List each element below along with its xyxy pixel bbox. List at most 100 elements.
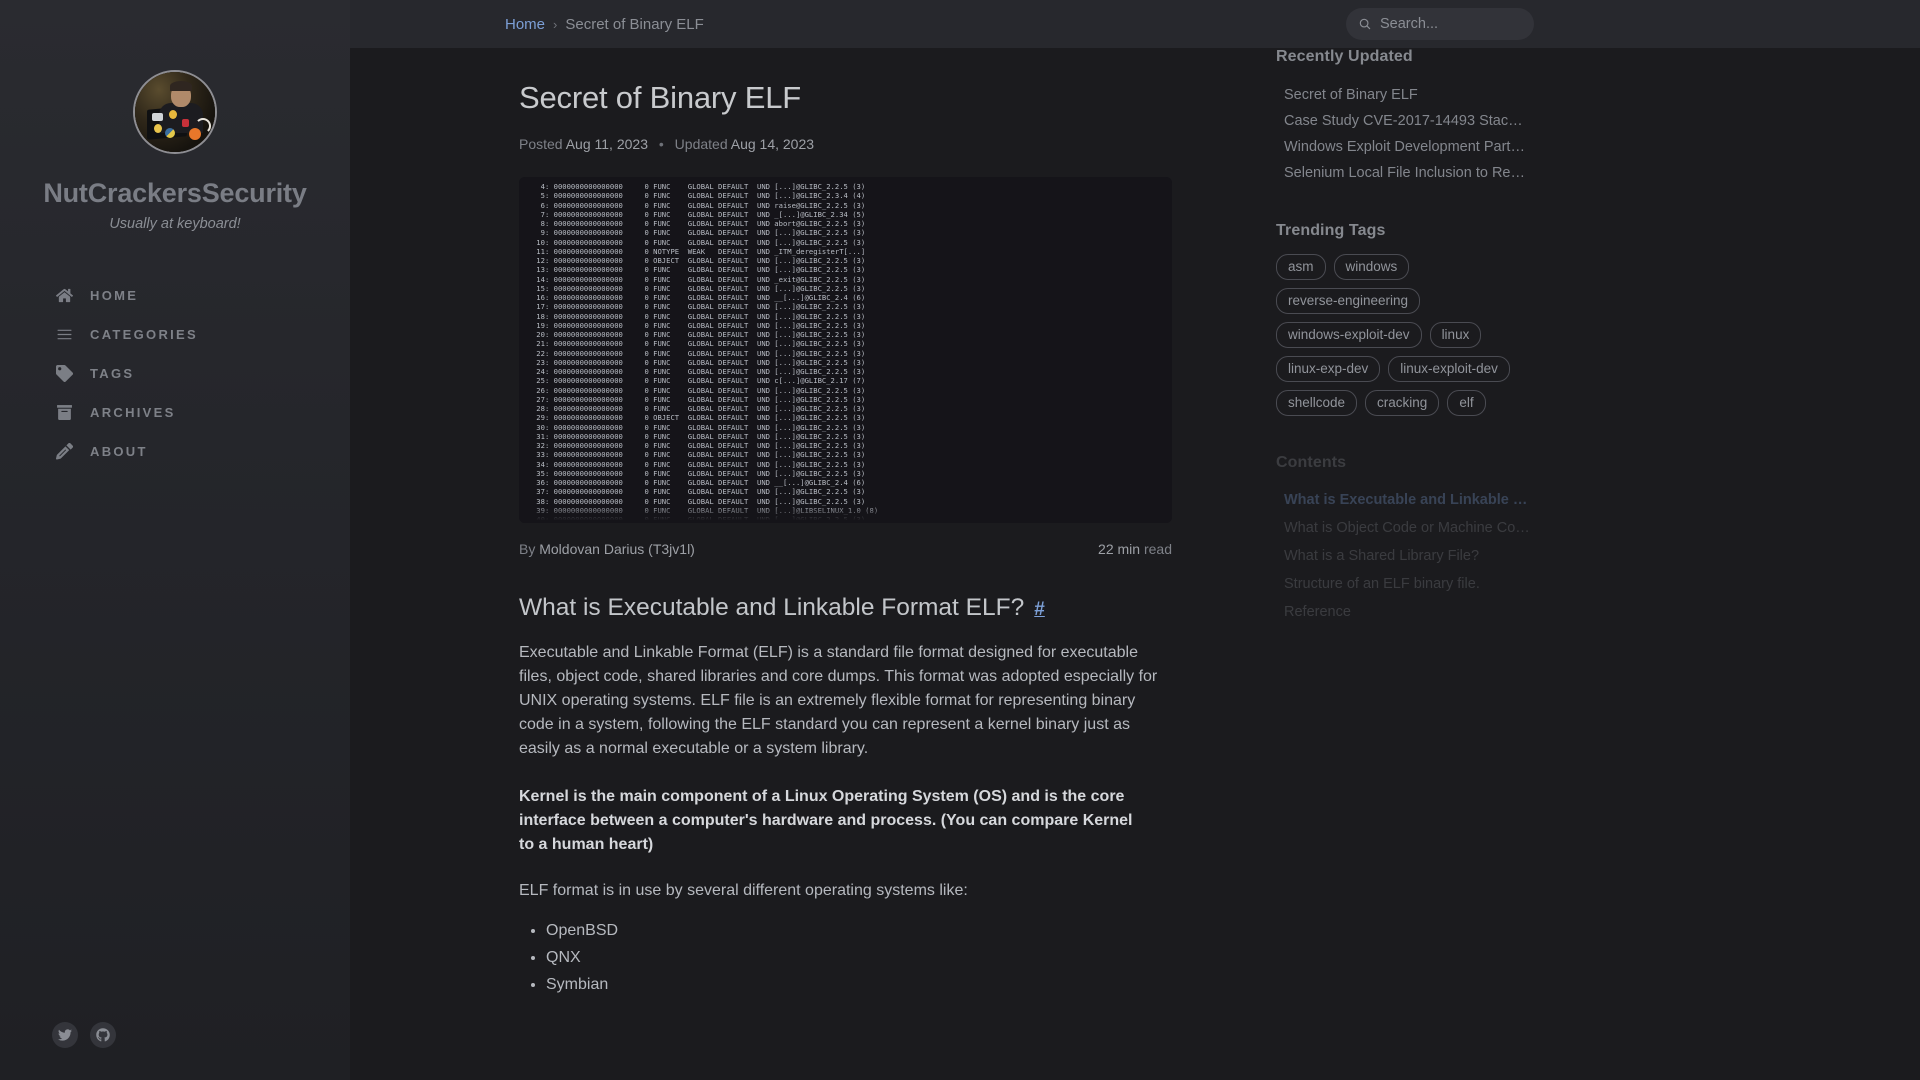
read-time-value: 22 min — [1098, 541, 1141, 557]
tag-pill[interactable]: linux-exploit-dev — [1388, 356, 1510, 382]
breadcrumb-home[interactable]: Home — [505, 16, 545, 33]
tag-pill[interactable]: linux-exp-dev — [1276, 356, 1381, 382]
breadcrumb-separator-icon: › — [553, 16, 558, 32]
read-time: 22 min read — [1098, 541, 1172, 557]
section-heading-row: What is Executable and Linkable Format E… — [519, 594, 1240, 622]
code-line: 24: 0000000000000000 0 FUNC GLOBAL DEFAU… — [519, 367, 866, 376]
recently-updated-item[interactable]: Selenium Local File Inclusion to Remote… — [1276, 160, 1526, 186]
contents-item[interactable]: What is Executable and Linkable Fo… — [1276, 486, 1531, 514]
contents-item[interactable]: Structure of an ELF binary file. — [1276, 570, 1531, 598]
sidebar-item-tags[interactable]: TAGS — [0, 354, 350, 393]
body-paragraph-2-bold: Kernel is the main component of a Linux … — [519, 788, 1133, 853]
left-sidebar: NutCrackersSecurity Usually at keyboard!… — [0, 0, 350, 1080]
code-line: 17: 0000000000000000 0 FUNC GLOBAL DEFAU… — [519, 302, 866, 312]
search-input[interactable] — [1380, 16, 1510, 32]
sidebar-item-archives[interactable]: ARCHIVES — [0, 393, 350, 432]
updated-date: Aug 14, 2023 — [730, 136, 815, 152]
code-line: 36: 0000000000000000 0 FUNC GLOBAL DEFAU… — [519, 478, 866, 487]
site-tagline: Usually at keyboard! — [109, 216, 241, 232]
post-hero-image[interactable]: 4: 0000000000000000 0 FUNC GLOBAL DEFAUL… — [519, 177, 1172, 523]
sidebar-item-home[interactable]: HOME — [0, 276, 350, 315]
code-line: 7: 0000000000000000 0 FUNC GLOBAL DEFAUL… — [519, 209, 866, 219]
twitter-icon[interactable] — [52, 1022, 78, 1048]
code-line: 4: 0000000000000000 0 FUNC GLOBAL DEFAUL… — [519, 182, 866, 191]
terminal-screenshot: 4: 0000000000000000 0 FUNC GLOBAL DEFAUL… — [519, 177, 1172, 523]
meta-separator: • — [658, 136, 664, 152]
code-line: 21: 0000000000000000 0 FUNC GLOBAL DEFAU… — [519, 339, 866, 349]
sidebar-item-home-label: HOME — [90, 288, 139, 303]
trending-tags-list: asm windows reverse-engineering windows-exp… — [1276, 254, 1536, 416]
recently-updated-list: Secret of Binary ELF Case Study CVE-2017-… — [1276, 82, 1920, 186]
code-line: 33: 0000000000000000 0 FUNC GLOBAL DEFAU… — [519, 450, 866, 460]
contents-title: Contents — [1276, 454, 1347, 471]
tag-pill[interactable]: shellcode — [1276, 390, 1358, 416]
article-main: Secret of Binary ELF Posted Aug 11, 2023… — [350, 48, 1240, 998]
code-line: 8: 0000000000000000 0 FUNC GLOBAL DEFAUL… — [519, 219, 866, 228]
recently-updated-item[interactable]: Case Study CVE-2017-14493 Stack Base… — [1276, 108, 1526, 134]
author-name[interactable]: Moldovan Darius (T3jv1l) — [539, 541, 695, 557]
tag-pill[interactable]: reverse-engineering — [1276, 288, 1421, 314]
code-line: 18: 0000000000000000 0 FUNC GLOBAL DEFAU… — [519, 311, 866, 321]
code-line: 31: 0000000000000000 0 FUNC GLOBAL DEFAU… — [519, 431, 866, 441]
code-line: 25: 0000000000000000 0 FUNC GLOBAL DEFAU… — [519, 376, 866, 386]
code-line: 26: 0000000000000000 0 FUNC GLOBAL DEFAU… — [519, 385, 866, 395]
code-line: 29: 0000000000000000 0 OBJECT GLOBAL DEF… — [519, 413, 866, 423]
topbar: Home › Secret of Binary ELF — [350, 0, 1920, 48]
by-label: By — [519, 541, 536, 557]
code-line: 23: 0000000000000000 0 FUNC GLOBAL DEFAU… — [519, 357, 866, 367]
tag-pill[interactable]: cracking — [1365, 390, 1440, 416]
tag-pill[interactable]: elf — [1447, 390, 1486, 416]
sidebar-item-archives-label: ARCHIVES — [90, 405, 176, 420]
heading-anchor-link[interactable]: # — [1034, 599, 1045, 621]
search-box[interactable] — [1346, 8, 1534, 40]
recently-updated-title: Recently Updated — [1276, 48, 1413, 65]
sidebar-item-categories[interactable]: CATEGORIES — [0, 315, 350, 354]
os-list: OpenBSDQNXSymbian — [519, 917, 1240, 998]
breadcrumb-current: Secret of Binary ELF — [565, 15, 704, 33]
contents-item[interactable]: Reference — [1276, 598, 1531, 626]
code-line: 32: 0000000000000000 0 FUNC GLOBAL DEFAU… — [519, 441, 866, 450]
code-line: 5: 0000000000000000 0 FUNC GLOBAL DEFAUL… — [519, 191, 866, 201]
body-paragraph-3: ELF format is in use by several differen… — [519, 882, 968, 899]
sidebar-item-about[interactable]: ABOUT — [0, 432, 350, 471]
list-item: Symbian — [546, 971, 1240, 998]
author-byline: By Moldovan Darius (T3jv1l) — [519, 541, 695, 557]
list-item: QNX — [546, 944, 1240, 971]
avatar[interactable] — [133, 70, 217, 154]
posted-date: Aug 11, 2023 — [565, 136, 648, 152]
code-line: 10: 0000000000000000 0 FUNC GLOBAL DEFAU… — [519, 237, 866, 247]
breadcrumb: Home › Secret of Binary ELF — [505, 16, 704, 33]
list-icon — [56, 326, 78, 343]
tag-pill[interactable]: windows-exploit-dev — [1276, 322, 1422, 348]
tag-pill[interactable]: windows — [1333, 254, 1410, 280]
code-line: 34: 0000000000000000 0 FUNC GLOBAL DEFAU… — [519, 459, 866, 469]
contents-item[interactable]: What is a Shared Library File? — [1276, 542, 1531, 570]
contents-item[interactable]: What is Object Code or Machine Code? — [1276, 514, 1531, 542]
code-line: 20: 0000000000000000 0 FUNC GLOBAL DEFAU… — [519, 330, 866, 339]
code-line: 35: 0000000000000000 0 FUNC GLOBAL DEFAU… — [519, 468, 866, 478]
home-icon — [56, 287, 78, 304]
read-time-label: read — [1143, 541, 1172, 557]
github-icon[interactable] — [90, 1022, 116, 1048]
sidebar-nav: HOME CATEGORIES TAGS ARCHIVES ABOUT — [0, 276, 350, 471]
tag-pill[interactable]: asm — [1276, 254, 1326, 280]
sidebar-item-about-label: ABOUT — [90, 444, 148, 459]
site-title[interactable]: NutCrackersSecurity — [0, 178, 350, 209]
code-line: 19: 0000000000000000 0 FUNC GLOBAL DEFAU… — [519, 320, 866, 330]
tag-icon — [56, 365, 78, 382]
contents-block: Contents What is Executable and Linkable… — [1276, 454, 1920, 626]
byline-row: By Moldovan Darius (T3jv1l) 22 min read — [519, 541, 1172, 557]
code-line: 28: 0000000000000000 0 FUNC GLOBAL DEFAU… — [519, 404, 866, 413]
trending-tags-title: Trending Tags — [1276, 222, 1386, 239]
tag-pill[interactable]: linux — [1429, 322, 1482, 348]
sidebar-item-categories-label: CATEGORIES — [90, 327, 198, 342]
recently-updated-item[interactable]: Secret of Binary ELF — [1276, 82, 1526, 108]
right-panel: Recently Updated Secret of Binary ELF Cas… — [1240, 48, 1920, 998]
readelf-output: 4: 0000000000000000 0 FUNC GLOBAL DEFAUL… — [519, 182, 1172, 523]
list-item: OpenBSD — [546, 917, 1240, 944]
page-title: Secret of Binary ELF — [519, 80, 802, 115]
recently-updated-item[interactable]: Windows Exploit Development Part VII — [1276, 134, 1526, 160]
search-icon — [1359, 18, 1371, 30]
posted-label: Posted — [519, 136, 563, 152]
recently-updated-block: Recently Updated Secret of Binary ELF Cas… — [1276, 48, 1920, 186]
